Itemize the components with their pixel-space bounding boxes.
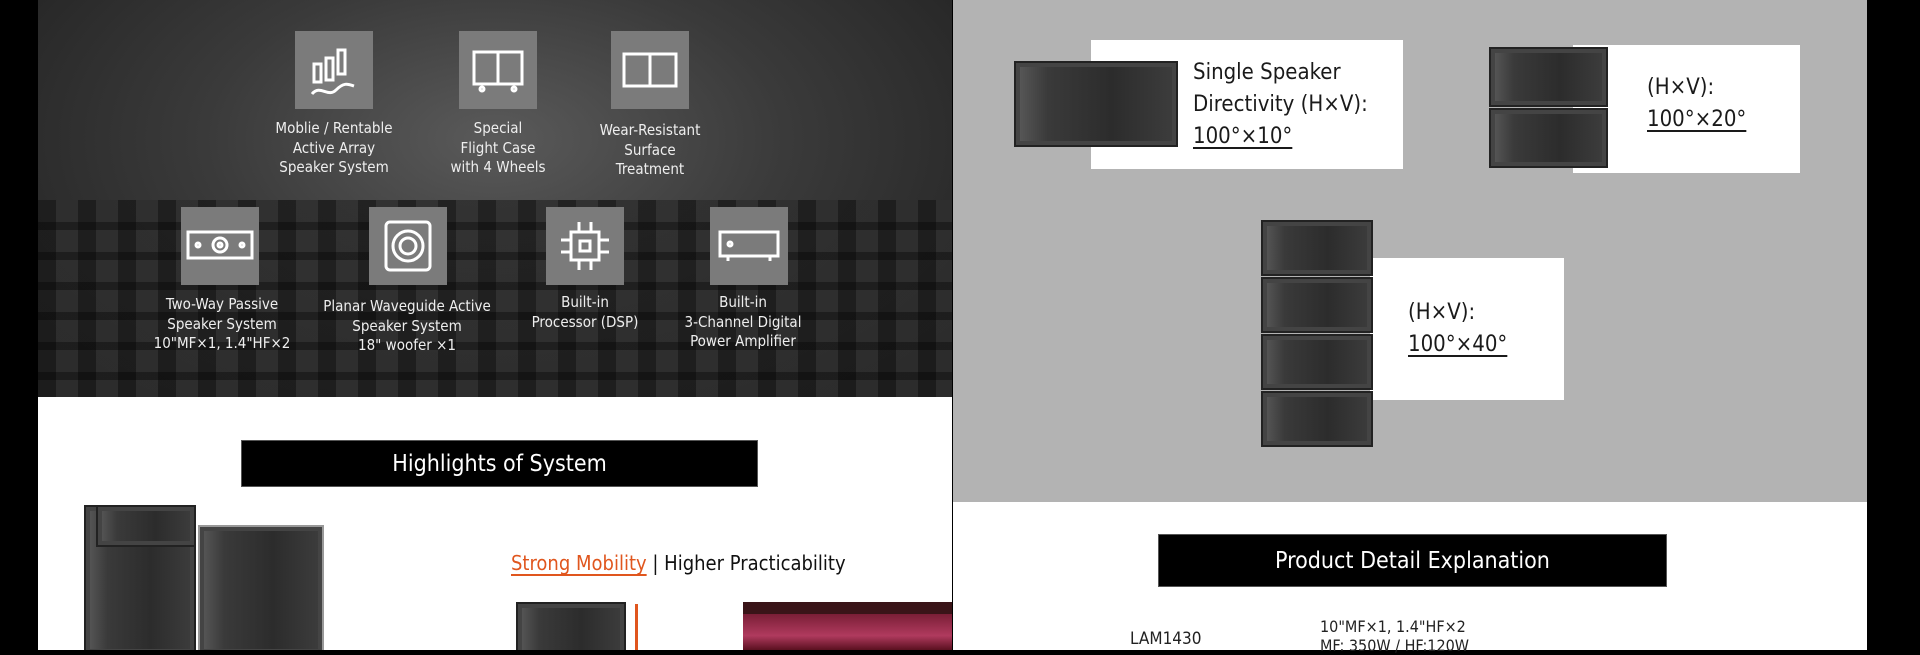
feature-caption: Planar Waveguide Active Speaker System 18"… (323, 297, 491, 354)
model-specs: 10"MF×1, 1.4"HF×2 MF: 350W / HF:120W (1320, 617, 1469, 655)
highlights-banner: Highlights of System (241, 440, 758, 487)
array-speaker-icon (295, 31, 373, 109)
section-title: Product Detail Explanation (1275, 547, 1550, 574)
feature-caption: Built-in 3-Channel Digital Power Amplifier (684, 293, 802, 350)
feature-caption: Two-Way Passive Speaker System 10"MF×1, 1.… (153, 295, 291, 352)
product-detail-banner: Product Detail Explanation (1158, 534, 1667, 587)
right-panel: Single Speaker Directivity (H×V): 100°×10°… (953, 0, 1867, 655)
directivity-text: (H×V): 100°×20° (1647, 75, 1747, 132)
stage-photo (743, 602, 952, 650)
accent-divider (635, 604, 638, 650)
single-speaker-image (1014, 61, 1178, 147)
flight-case-icon (459, 31, 537, 109)
auditorium-background: Moblie / Rentable Active Array Speaker Sys… (38, 0, 952, 397)
flight-case-image (198, 525, 324, 650)
amplifier-icon (710, 207, 788, 285)
two-way-speaker-icon (181, 207, 259, 285)
left-panel: Moblie / Rentable Active Array Speaker Sys… (38, 0, 952, 650)
speaker-image (516, 602, 626, 650)
feature-caption: Wear-Resistant Surface Treatment (599, 121, 701, 178)
four-speaker-image (1261, 220, 1373, 276)
processor-chip-icon (546, 207, 624, 285)
section-title: Highlights of System (392, 450, 607, 477)
model-name: LAM1430 (1130, 629, 1202, 649)
two-speaker-image (1489, 47, 1608, 107)
directivity-text: Single Speaker Directivity (H×V): 100°×10° (1193, 60, 1368, 149)
directivity-panel: Single Speaker Directivity (H×V): 100°×10°… (953, 0, 1867, 502)
surface-panel-icon (611, 31, 689, 109)
woofer-icon (369, 207, 447, 285)
tagline: Strong Mobility | Higher Practicability (511, 551, 846, 575)
directivity-text: (H×V): 100°×40° (1408, 300, 1508, 357)
